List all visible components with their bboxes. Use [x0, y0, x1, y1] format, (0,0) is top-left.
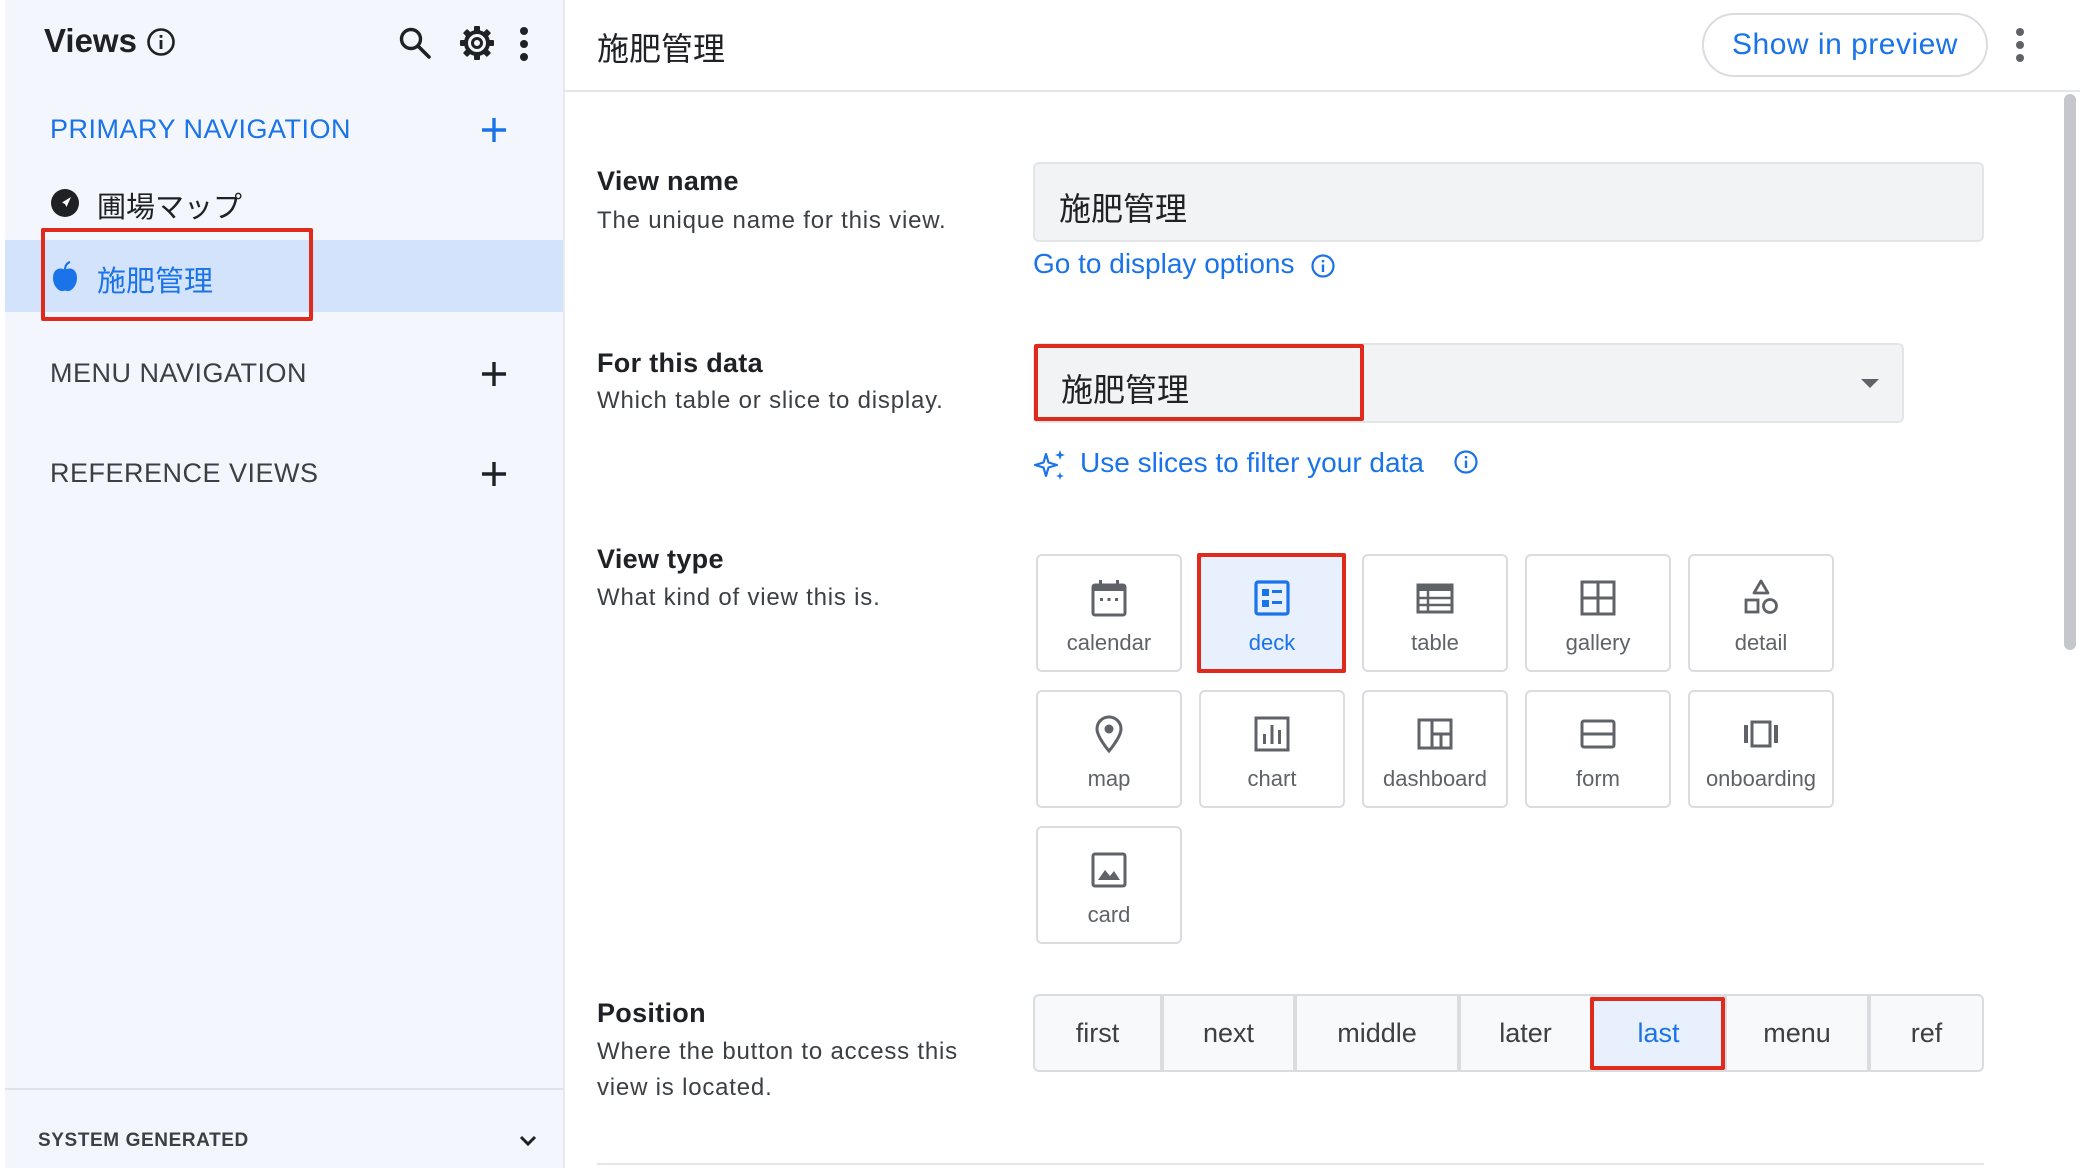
sidebar-bottom-divider: [5, 1088, 563, 1090]
position-description-line2: view is located.: [597, 1074, 773, 1101]
tile-label: table: [1411, 630, 1459, 655]
view-type-table[interactable]: table: [1362, 554, 1508, 672]
map-pin-icon: [1089, 714, 1129, 754]
calendar-icon: [1089, 578, 1129, 618]
section-divider: [597, 1163, 1984, 1165]
system-generated-heading[interactable]: SYSTEM GENERATED: [38, 1130, 249, 1152]
position-middle[interactable]: middle: [1295, 994, 1459, 1072]
form-icon: [1578, 714, 1618, 754]
view-name-label: View name: [597, 166, 739, 196]
view-type-detail[interactable]: detail: [1688, 554, 1834, 672]
tile-label: chart: [1247, 766, 1297, 791]
tile-label: form: [1576, 766, 1620, 791]
position-later[interactable]: later: [1459, 994, 1592, 1072]
add-primary-view-icon[interactable]: [474, 110, 514, 150]
view-type-map[interactable]: map: [1036, 690, 1182, 808]
nav-item-label: 圃場マップ: [97, 192, 243, 224]
dropdown-arrow-icon: [1859, 377, 1881, 391]
table-icon: [1415, 578, 1455, 618]
position-menu[interactable]: menu: [1725, 994, 1869, 1072]
highlight-box: [1590, 997, 1725, 1070]
tile-label: gallery: [1565, 630, 1631, 655]
gear-icon[interactable]: [459, 25, 495, 61]
highlight-box: [41, 228, 313, 321]
tile-label: card: [1087, 902, 1131, 927]
tile-label: onboarding: [1705, 766, 1817, 791]
tile-label: detail: [1734, 630, 1788, 655]
view-name-input[interactable]: 施肥管理: [1033, 162, 1984, 242]
add-reference-view-icon[interactable]: [474, 454, 514, 494]
info-icon[interactable]: [146, 27, 176, 57]
show-in-preview-button[interactable]: Show in preview: [1702, 13, 1988, 77]
go-to-display-options-link[interactable]: Go to display options: [1033, 248, 1295, 280]
view-type-description: What kind of view this is.: [597, 584, 881, 611]
highlight-box: [1197, 553, 1346, 673]
sidebar-title: Views: [44, 22, 137, 59]
for-this-data-label: For this data: [597, 348, 763, 378]
position-ref[interactable]: ref: [1869, 994, 1984, 1072]
tile-label: map: [1087, 766, 1131, 791]
view-type-gallery[interactable]: gallery: [1525, 554, 1671, 672]
reference-views-heading: REFERENCE VIEWS: [50, 458, 319, 488]
image-icon: [1089, 850, 1129, 890]
menu-navigation-heading: MENU NAVIGATION: [50, 358, 308, 388]
dashboard-icon: [1415, 714, 1455, 754]
sparkle-icon: [1033, 448, 1067, 482]
view-type-card[interactable]: card: [1036, 826, 1182, 944]
info-icon[interactable]: [1453, 449, 1479, 475]
use-slices-link[interactable]: Use slices to filter your data: [1080, 447, 1424, 479]
view-name-description: The unique name for this view.: [597, 207, 947, 234]
gallery-icon: [1578, 578, 1618, 618]
tile-label: dashboard: [1383, 766, 1487, 791]
position-description-line1: Where the button to access this: [597, 1038, 958, 1065]
view-type-dashboard[interactable]: dashboard: [1362, 690, 1508, 808]
position-first[interactable]: first: [1033, 994, 1162, 1072]
tile-label: calendar: [1066, 630, 1152, 655]
scrollbar[interactable]: [2064, 94, 2076, 650]
view-type-onboarding[interactable]: onboarding: [1688, 690, 1834, 808]
navigation-arrow-icon: [50, 188, 80, 218]
view-name-value: 施肥管理: [1059, 191, 1188, 227]
view-type-label: View type: [597, 544, 724, 574]
chevron-down-icon[interactable]: [516, 1129, 540, 1153]
for-this-data-description: Which table or slice to display.: [597, 387, 944, 414]
primary-navigation-heading: PRIMARY NAVIGATION: [50, 114, 352, 144]
position-next[interactable]: next: [1162, 994, 1295, 1072]
chart-icon: [1252, 714, 1292, 754]
more-vert-icon[interactable]: [2014, 27, 2026, 63]
sidebar-divider: [563, 0, 565, 1168]
search-icon[interactable]: [398, 26, 432, 60]
shapes-icon: [1741, 578, 1781, 618]
add-menu-view-icon[interactable]: [474, 354, 514, 394]
view-type-form[interactable]: form: [1525, 690, 1671, 808]
highlight-box: [1034, 344, 1364, 421]
info-icon[interactable]: [1310, 253, 1336, 279]
carousel-icon: [1741, 714, 1781, 754]
view-type-calendar[interactable]: calendar: [1036, 554, 1182, 672]
view-type-chart[interactable]: chart: [1199, 690, 1345, 808]
page-title: 施肥管理: [597, 31, 726, 67]
more-vert-icon[interactable]: [518, 26, 530, 62]
position-label: Position: [597, 998, 706, 1028]
